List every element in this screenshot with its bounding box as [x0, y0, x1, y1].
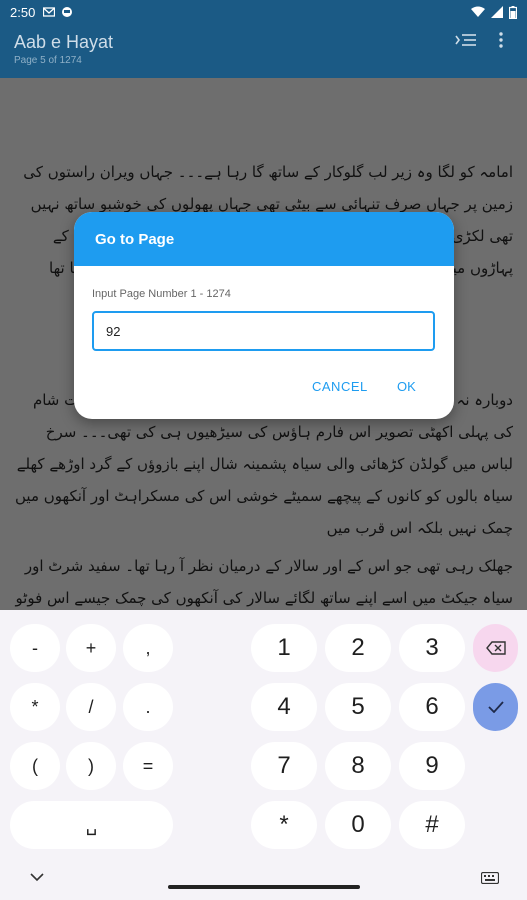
table-of-contents-icon[interactable] [455, 32, 477, 48]
shield-icon [62, 7, 73, 17]
key-6[interactable]: 6 [399, 683, 465, 731]
key-slash[interactable]: / [66, 683, 116, 731]
key-period[interactable]: . [123, 683, 173, 731]
gesture-handle[interactable] [168, 885, 360, 889]
enter-key[interactable] [473, 683, 518, 731]
key-close-paren[interactable]: ) [66, 742, 116, 790]
signal-icon [491, 6, 503, 18]
gmail-icon [43, 7, 56, 17]
wifi-icon [471, 6, 485, 17]
numeric-keyboard: - + , 1 2 3 * / . 4 5 6 ( ) = 7 8 9 ␣ * … [0, 610, 527, 900]
key-7[interactable]: 7 [251, 742, 317, 790]
check-icon [487, 701, 504, 713]
app-bar: Aab e Hayat Page 5 of 1274 [0, 24, 527, 78]
cancel-button[interactable]: CANCEL [312, 379, 368, 394]
status-bar: 2:50 [0, 0, 527, 24]
book-title: Aab e Hayat [14, 32, 114, 52]
key-5[interactable]: 5 [325, 683, 391, 731]
key-0[interactable]: 0 [325, 801, 391, 849]
key-hash[interactable]: # [399, 801, 465, 849]
chevron-down-icon[interactable] [30, 872, 44, 882]
page-number-label: Input Page Number 1 - 1274 [92, 288, 231, 300]
key-space[interactable]: ␣ [10, 801, 173, 849]
ok-button[interactable]: OK [397, 379, 416, 394]
page-indicator: Page 5 of 1274 [14, 55, 82, 66]
keyboard-icon[interactable] [481, 872, 499, 884]
page-paragraph: جھلک رہی تھی جو اس کے اور سالار کے درمیا… [15, 557, 513, 607]
key-4[interactable]: 4 [251, 683, 317, 731]
key-equals[interactable]: = [123, 742, 173, 790]
key-open-paren[interactable]: ( [10, 742, 60, 790]
key-2[interactable]: 2 [325, 624, 391, 672]
key-9[interactable]: 9 [399, 742, 465, 790]
dialog-title: Go to Page [74, 212, 454, 266]
backspace-key[interactable] [473, 624, 518, 672]
key-minus[interactable]: - [10, 624, 60, 672]
battery-icon [509, 5, 517, 19]
status-time: 2:50 [10, 4, 36, 20]
key-asterisk[interactable]: * [10, 683, 60, 731]
page-number-input[interactable] [92, 311, 435, 351]
key-comma[interactable]: , [123, 624, 173, 672]
more-vert-icon[interactable] [494, 31, 508, 49]
key-1[interactable]: 1 [251, 624, 317, 672]
backspace-icon [485, 641, 506, 655]
key-8[interactable]: 8 [325, 742, 391, 790]
key-3[interactable]: 3 [399, 624, 465, 672]
key-plus[interactable]: + [66, 624, 116, 672]
go-to-page-dialog: Go to Page Input Page Number 1 - 1274 CA… [74, 212, 454, 419]
key-star[interactable]: * [251, 801, 317, 849]
